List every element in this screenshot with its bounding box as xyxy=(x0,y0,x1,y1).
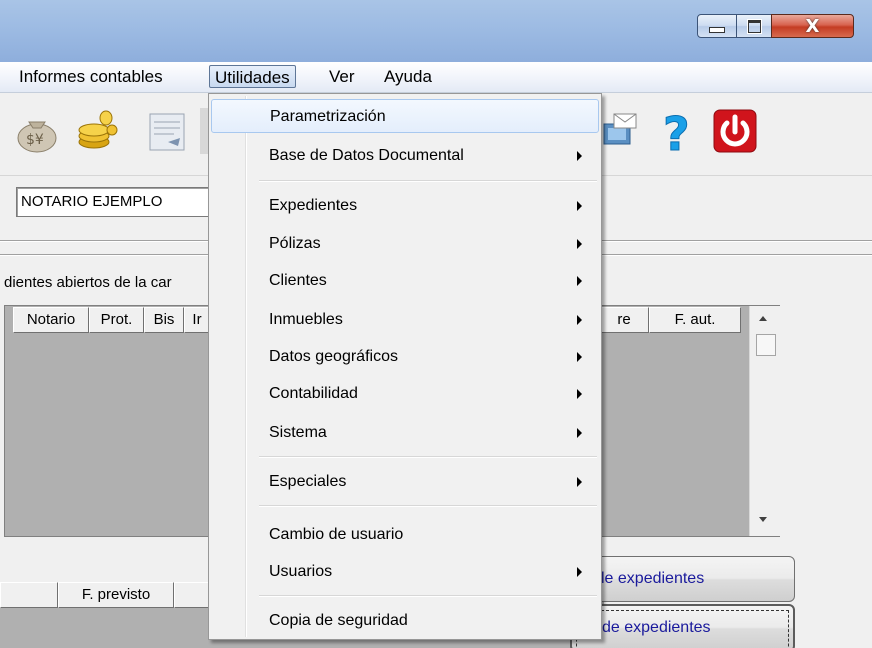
menu-item-cambio-de-usuario[interactable]: Cambio de usuario xyxy=(211,518,599,552)
submenu-arrow-icon xyxy=(577,352,582,362)
maximize-button[interactable] xyxy=(736,14,772,38)
submenu-arrow-icon xyxy=(577,315,582,325)
column-header-prot[interactable]: Prot. xyxy=(89,307,144,333)
open-files-label: dientes abiertos de la car xyxy=(4,274,172,291)
menu-item-inmuebles[interactable]: Inmuebles xyxy=(211,303,599,337)
help-icon[interactable]: ? xyxy=(655,108,701,154)
menu-item-label: Base de Datos Documental xyxy=(269,147,464,164)
menu-separator xyxy=(259,456,597,458)
submenu-arrow-icon xyxy=(577,151,582,161)
minimize-icon xyxy=(698,15,736,37)
scroll-down-arrow-icon[interactable] xyxy=(759,517,767,522)
submenu-arrow-icon xyxy=(577,477,582,487)
menu-separator xyxy=(259,505,597,507)
svg-text:$¥: $¥ xyxy=(26,132,44,148)
title-bar: X xyxy=(0,0,872,62)
submenu-arrow-icon xyxy=(577,428,582,438)
expedientes-button-2[interactable]: de expedientes xyxy=(570,604,795,648)
button-label: de expedientes xyxy=(602,619,711,636)
menu-ver[interactable]: Ver xyxy=(324,65,360,88)
coins-icon[interactable] xyxy=(72,108,118,154)
submenu-arrow-icon xyxy=(577,239,582,249)
menu-separator xyxy=(259,595,597,597)
menu-item-label: Usuarios xyxy=(269,563,333,580)
menu-item-contabilidad[interactable]: Contabilidad xyxy=(211,377,599,411)
menu-item-base-datos-documental[interactable]: Base de Datos Documental xyxy=(211,139,599,173)
document-icon[interactable] xyxy=(144,108,190,154)
scroll-thumb[interactable] xyxy=(756,334,776,356)
column-header-notario[interactable]: Notario xyxy=(13,307,89,333)
menu-item-label: Datos geográficos xyxy=(269,348,398,365)
menu-item-label: Cambio de usuario xyxy=(269,526,404,543)
minimize-button[interactable] xyxy=(697,14,737,38)
menu-item-label: Parametrización xyxy=(270,108,386,125)
utilidades-dropdown-menu: Parametrización Base de Datos Documental… xyxy=(208,93,602,640)
toolbar-icon-partial xyxy=(200,108,208,154)
notary-field[interactable]: NOTARIO EJEMPLO xyxy=(16,187,216,217)
menu-item-label: Inmuebles xyxy=(269,311,343,328)
menu-item-parametrizacion[interactable]: Parametrización xyxy=(211,99,599,133)
menu-item-polizas[interactable]: Pólizas xyxy=(211,227,599,261)
menu-ayuda[interactable]: Ayuda xyxy=(379,65,437,88)
power-icon[interactable] xyxy=(712,108,758,154)
column-header-bis[interactable]: Bis xyxy=(144,307,184,333)
menu-item-label: Copia de seguridad xyxy=(269,612,408,629)
menu-item-usuarios[interactable]: Usuarios xyxy=(211,555,599,589)
submenu-arrow-icon xyxy=(577,389,582,399)
expedientes-button-1[interactable]: le expedientes xyxy=(570,556,795,602)
menu-informes-contables[interactable]: Informes contables xyxy=(14,65,168,88)
button-label: le expedientes xyxy=(601,570,705,587)
column-header-f-previsto[interactable]: F. previsto xyxy=(58,582,174,608)
menu-item-label: Pólizas xyxy=(269,235,321,252)
column-header-nombre[interactable]: re xyxy=(599,307,649,333)
submenu-arrow-icon xyxy=(577,201,582,211)
scroll-up-arrow-icon[interactable] xyxy=(759,316,767,321)
submenu-arrow-icon xyxy=(577,276,582,286)
submenu-arrow-icon xyxy=(577,567,582,577)
menu-item-label: Contabilidad xyxy=(269,385,358,402)
menu-item-especiales[interactable]: Especiales xyxy=(211,465,599,499)
svg-text:?: ? xyxy=(663,108,690,154)
menu-utilidades[interactable]: Utilidades xyxy=(209,65,296,88)
menu-item-clientes[interactable]: Clientes xyxy=(211,264,599,298)
column-header-blank[interactable] xyxy=(0,582,58,608)
menu-item-label: Clientes xyxy=(269,272,327,289)
application-window: X Informes contables Utilidades Ver Ayud… xyxy=(0,0,872,648)
column-header-f-aut[interactable]: F. aut. xyxy=(649,307,741,333)
menu-item-copia-de-seguridad[interactable]: Copia de seguridad xyxy=(211,604,599,638)
money-bag-icon[interactable]: $¥ xyxy=(14,108,60,154)
column-header-partial[interactable]: Ir xyxy=(184,307,210,333)
menu-item-label: Especiales xyxy=(269,473,347,490)
mail-transfer-icon[interactable] xyxy=(600,108,646,154)
menu-bar: Informes contables Utilidades Ver Ayuda xyxy=(0,62,872,93)
menu-item-datos-geograficos[interactable]: Datos geográficos xyxy=(211,340,599,374)
menu-item-label: Expedientes xyxy=(269,197,358,214)
menu-item-label: Sistema xyxy=(269,424,327,441)
menu-item-sistema[interactable]: Sistema xyxy=(211,416,599,450)
vertical-scrollbar[interactable] xyxy=(749,306,780,536)
menu-separator xyxy=(259,180,597,182)
maximize-icon xyxy=(737,15,771,37)
menu-item-expedientes[interactable]: Expedientes xyxy=(211,189,599,223)
close-icon: X xyxy=(805,15,820,37)
close-button[interactable]: X xyxy=(771,14,854,38)
